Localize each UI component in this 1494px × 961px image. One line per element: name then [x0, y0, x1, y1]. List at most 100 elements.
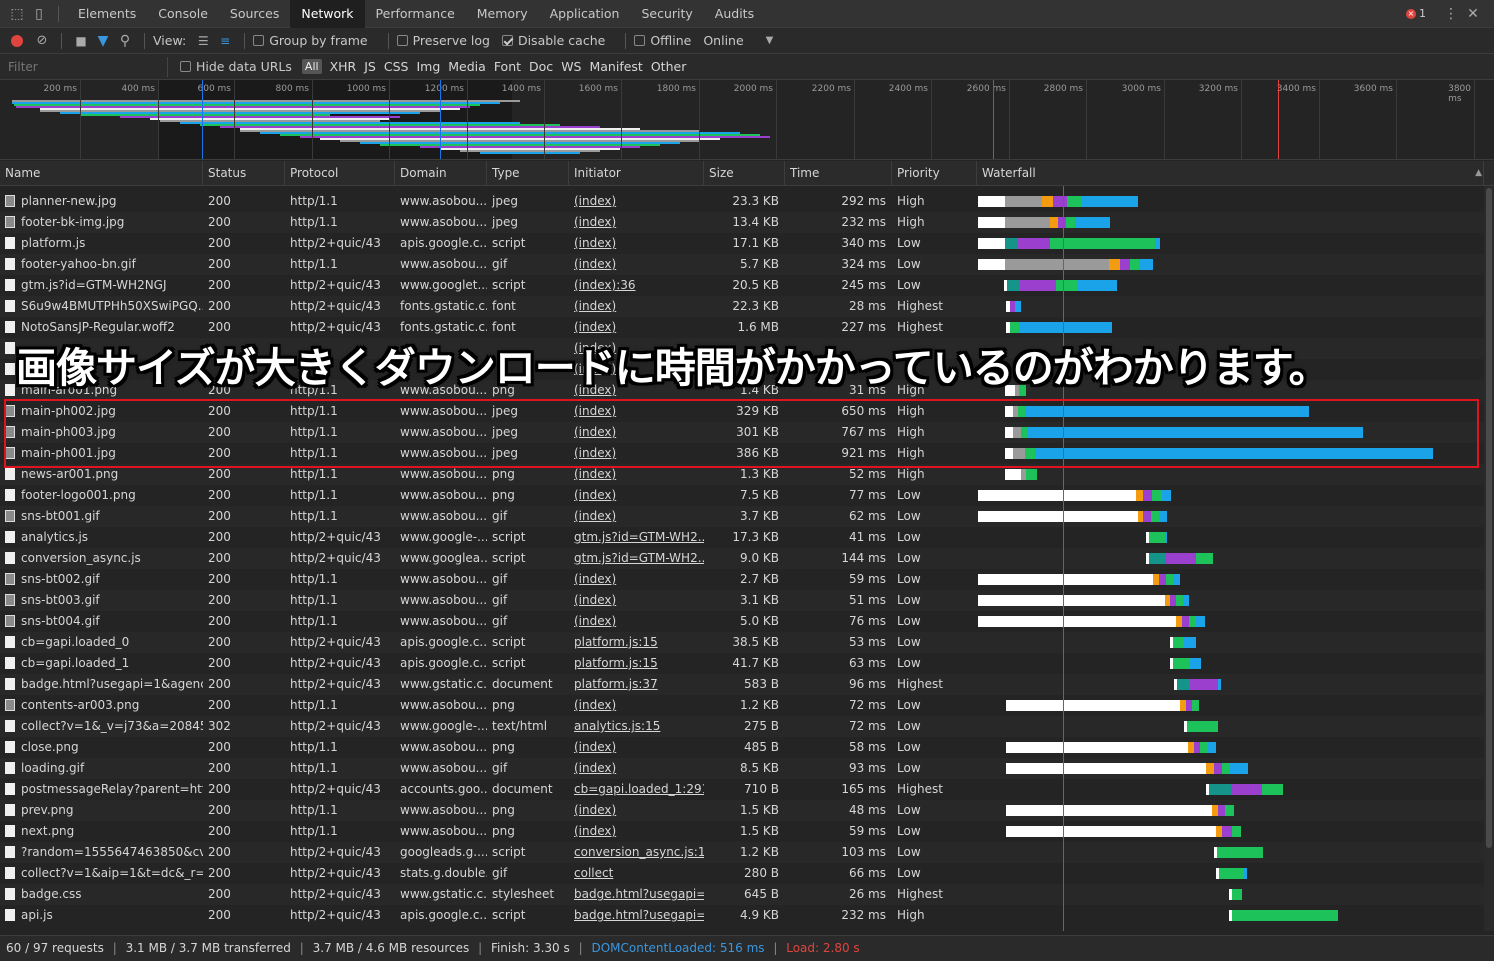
request-row[interactable]: footer-yahoo-bn.gif 200 http/1.1 www.asobou… [0, 254, 1484, 275]
cell-initiator[interactable]: (index) [569, 191, 704, 212]
request-name[interactable]: gtm.js?id=GTM-WH2NGJ [21, 278, 167, 292]
cell-initiator[interactable]: gtm.js?id=GTM-WH2... [569, 527, 704, 548]
filter-type-css[interactable]: CSS [384, 59, 409, 74]
column-header-type[interactable]: Type [487, 161, 569, 186]
cell-name[interactable]: sns-bt004.gif [0, 611, 203, 632]
camera-icon[interactable]: ■ [70, 30, 92, 52]
request-name[interactable]: sns-bt003.gif [21, 593, 100, 607]
cell-name[interactable]: sns-bt002.gif [0, 569, 203, 590]
cell-name[interactable]: analytics.js [0, 527, 203, 548]
cell-initiator[interactable]: gtm.js?id=GTM-WH2... [569, 548, 704, 569]
cell-name[interactable]: cb=gapi.loaded_1 [0, 653, 203, 674]
filter-type-all[interactable]: All [301, 59, 322, 74]
cell-initiator[interactable]: conversion_async.js:17 [569, 842, 704, 863]
request-name[interactable]: collect?v=1&_v=j73&a=20845.... [21, 719, 203, 733]
column-header-initiator[interactable]: Initiator [569, 161, 704, 186]
cell-name[interactable]: collect?v=1&_v=j73&a=20845.... [0, 716, 203, 737]
close-devtools-icon[interactable]: ✕ [1462, 3, 1484, 25]
request-name[interactable]: close.png [21, 740, 79, 754]
cell-initiator[interactable]: platform.js:37 [569, 674, 704, 695]
cell-initiator[interactable]: (index) [569, 695, 704, 716]
cell-name[interactable]: cb=gapi.loaded_0 [0, 632, 203, 653]
column-header-domain[interactable]: Domain [395, 161, 487, 186]
request-row[interactable]: cb=gapi.loaded_1 200 http/2+quic/43 apis.go… [0, 653, 1484, 674]
cell-name[interactable]: postmessageRelay?parent=htt... [0, 779, 203, 800]
tab-sources[interactable]: Sources [219, 0, 290, 28]
cell-name[interactable]: platform.js [0, 233, 203, 254]
filter-type-xhr[interactable]: XHR [330, 59, 357, 74]
request-name[interactable]: NotoSansJP-Regular.woff2 [21, 320, 175, 334]
cell-initiator[interactable]: badge.html?usegapi=... [569, 884, 704, 905]
error-icon[interactable]: × [1406, 8, 1416, 19]
request-name[interactable]: conversion_async.js [21, 551, 141, 565]
cell-name[interactable]: api.js [0, 905, 203, 926]
network-overview[interactable]: 200 ms 400 ms 600 ms 800 ms 1000 ms 1200 ms 14… [0, 80, 1494, 160]
cell-initiator[interactable]: (index) [569, 758, 704, 779]
filter-type-js[interactable]: JS [364, 59, 376, 74]
request-row[interactable]: collect?v=1&aip=1&t=dc&_r=... 200 http/2+q… [0, 863, 1484, 884]
scrollbar-thumb[interactable] [1486, 188, 1492, 848]
request-row[interactable]: cb=gapi.loaded_0 200 http/2+quic/43 apis.go… [0, 632, 1484, 653]
cell-name[interactable]: S6u9w4BMUTPHh50XSwiPGQ.... [0, 296, 203, 317]
cell-initiator[interactable]: analytics.js:15 [569, 716, 704, 737]
cell-initiator[interactable]: badge.html?usegapi=... [569, 905, 704, 926]
column-header-protocol[interactable]: Protocol [285, 161, 395, 186]
inspect-element-icon[interactable]: ⬚ [6, 3, 28, 25]
request-name[interactable]: sns-bt002.gif [21, 572, 100, 586]
offline-checkbox[interactable]: Offline [634, 33, 691, 48]
disable-cache-checkbox[interactable]: Disable cache [501, 33, 605, 48]
table-scrollbar[interactable] [1484, 186, 1494, 931]
tab-console[interactable]: Console [147, 0, 219, 28]
cell-name[interactable]: sns-bt003.gif [0, 590, 203, 611]
request-row[interactable]: footer-logo001.png 200 http/1.1 www.asobou.… [0, 485, 1484, 506]
cell-initiator[interactable]: (index) [569, 590, 704, 611]
request-name[interactable]: postmessageRelay?parent=htt... [21, 782, 203, 796]
request-name[interactable]: collect?v=1&aip=1&t=dc&_r=... [21, 866, 203, 880]
request-name[interactable]: footer-yahoo-bn.gif [21, 257, 136, 271]
cell-initiator[interactable]: (index) [569, 569, 704, 590]
cell-name[interactable]: close.png [0, 737, 203, 758]
filter-type-img[interactable]: Img [416, 59, 440, 74]
cell-name[interactable]: ?random=1555647463850&cv... [0, 842, 203, 863]
column-header-size[interactable]: Size [704, 161, 785, 186]
request-row[interactable]: gtm.js?id=GTM-WH2NGJ 200 http/2+quic/43 www… [0, 275, 1484, 296]
request-name[interactable]: ?random=1555647463850&cv... [21, 845, 203, 859]
cell-initiator[interactable]: (index) [569, 254, 704, 275]
column-header-name[interactable]: Name [0, 161, 203, 186]
request-name[interactable]: cb=gapi.loaded_1 [21, 656, 129, 670]
filter-type-ws[interactable]: WS [561, 59, 581, 74]
request-name[interactable]: news-ar001.png [21, 467, 118, 481]
request-name[interactable]: footer-bk-img.jpg [21, 215, 124, 229]
cell-name[interactable]: badge.css [0, 884, 203, 905]
cell-initiator[interactable]: (index) [569, 737, 704, 758]
cell-initiator[interactable]: (index) [569, 485, 704, 506]
filter-icon[interactable]: ▼ [92, 30, 114, 52]
cell-name[interactable]: footer-bk-img.jpg [0, 212, 203, 233]
request-name[interactable]: badge.css [21, 887, 82, 901]
request-name[interactable]: api.js [21, 908, 53, 922]
request-row[interactable]: ?random=1555647463850&cv... 200 http/2+qui… [0, 842, 1484, 863]
request-row[interactable]: api.js 200 http/2+quic/43 apis.google.c... s… [0, 905, 1484, 926]
cell-name[interactable]: footer-logo001.png [0, 485, 203, 506]
cell-initiator[interactable]: (index) [569, 821, 704, 842]
filter-type-media[interactable]: Media [448, 59, 486, 74]
request-row[interactable]: close.png 200 http/1.1 www.asobou.... png (in… [0, 737, 1484, 758]
request-row[interactable]: platform.js 200 http/2+quic/43 apis.google.… [0, 233, 1484, 254]
cell-initiator[interactable]: (index) [569, 296, 704, 317]
cell-name[interactable]: loading.gif [0, 758, 203, 779]
cell-name[interactable]: next.png [0, 821, 203, 842]
request-row[interactable]: conversion_async.js 200 http/2+quic/43 www.… [0, 548, 1484, 569]
hide-data-urls-checkbox[interactable]: Hide data URLs [180, 59, 292, 74]
cell-name[interactable]: footer-yahoo-bn.gif [0, 254, 203, 275]
request-row[interactable]: sns-bt003.gif 200 http/1.1 www.asobou.... gi… [0, 590, 1484, 611]
large-rows-icon[interactable]: ☰ [192, 30, 214, 52]
cell-name[interactable]: badge.html?usegapi=1&agenc... [0, 674, 203, 695]
request-row[interactable]: sns-bt002.gif 200 http/1.1 www.asobou.... gi… [0, 569, 1484, 590]
request-table[interactable]: planner-new.jpg 200 http/1.1 www.asobou....… [0, 186, 1484, 931]
request-name[interactable]: cb=gapi.loaded_0 [21, 635, 129, 649]
request-row[interactable]: loading.gif 200 http/1.1 www.asobou.... gif (… [0, 758, 1484, 779]
cell-initiator[interactable]: cb=gapi.loaded_1:291 [569, 779, 704, 800]
column-header-waterfall[interactable]: Waterfall [977, 161, 1484, 186]
cell-initiator[interactable]: collect [569, 863, 704, 884]
request-name[interactable]: badge.html?usegapi=1&agenc... [21, 677, 203, 691]
